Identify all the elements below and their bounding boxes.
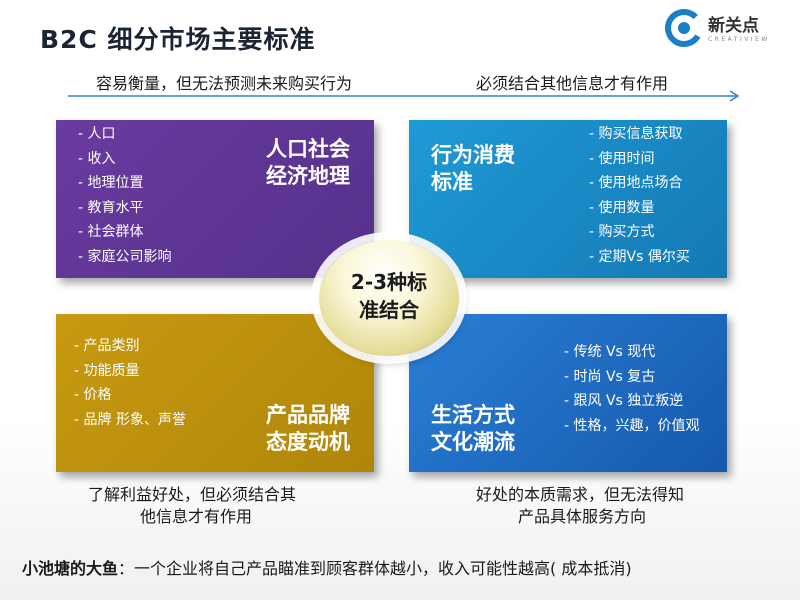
list-item: - 收入 [78,150,116,167]
quadrant-lifestyle: - 传统 Vs 现代 - 时尚 Vs 复古 - 跟风 Vs 独立叛逆 - 性格，… [409,314,727,472]
list-item: - 价格 [74,387,112,403]
heading-line: 行为消费 [431,143,515,167]
logo-name: 新关点 [708,16,759,36]
caption-line: 了解利益好处，但必须结合其 [88,485,297,504]
scale-arrow [68,90,740,102]
heading-line: 态度动机 [266,430,350,454]
center-label: 2-3种标 准结合 [319,268,459,324]
demographic-heading: 人口社会 经济地理 [266,136,350,190]
heading-line: 文化潮流 [431,430,515,454]
list-item: - 性格，兴趣，价值观 [564,417,700,434]
list-item: - 产品类别 [74,338,140,354]
list-item: - 定期Vs 偶尔买 [589,248,690,265]
slide-title: B2C 细分市场主要标准 [40,25,316,54]
quadrant-behavior: 行为消费 标准 - 购买信息获取 - 使用时间 - 使用地点场合 - 使用数量 … [409,120,727,278]
list-item: - 人口 [78,126,116,142]
lifestyle-list: - 传统 Vs 现代 - 时尚 Vs 复古 - 跟风 Vs 独立叛逆 - 性格，… [564,340,700,438]
list-item: - 时尚 Vs 复古 [564,368,656,385]
caption-line: 好处的本质需求，但无法得知 [476,485,685,504]
heading-line: 人口社会 [266,137,350,161]
quadrant-product: - 产品类别 - 功能质量 - 价格 - 品牌 形象、声誉 产品品牌 态度动机 [56,314,374,472]
list-item: - 购买信息获取 [589,126,683,142]
heading-line: 生活方式 [431,403,515,427]
product-list: - 产品类别 - 功能质量 - 价格 - 品牌 形象、声誉 [74,334,186,432]
caption-line: 他信息才有作用 [140,507,253,526]
list-item: - 传统 Vs 现代 [564,344,656,360]
footer-bold: 小池塘的大鱼 [22,559,119,578]
list-item: - 社会群体 [78,224,144,240]
behavior-heading: 行为消费 标准 [431,142,515,196]
heading-line: 经济地理 [266,164,350,188]
list-item: - 家庭公司影响 [78,248,172,265]
list-item: - 使用时间 [589,150,655,167]
lifestyle-heading: 生活方式 文化潮流 [431,402,515,456]
list-item: - 跟风 Vs 独立叛逆 [564,393,684,409]
logo: 新关点 CREATIVIEW [662,6,792,50]
list-item: - 教育水平 [78,199,144,216]
demographic-list: - 人口 - 收入 - 地理位置 - 教育水平 - 社会群体 - 家庭公司影响 [78,122,172,269]
list-item: - 使用地点场合 [589,175,683,191]
caption-line: 产品具体服务方向 [518,507,647,526]
heading-line: 标准 [431,170,473,194]
heading-line: 产品品牌 [266,403,350,427]
center-line: 准结合 [359,298,419,322]
center-line: 2-3种标 [350,270,428,294]
list-item: - 品牌 形象、声誉 [74,411,186,428]
center-circle: 2-3种标 准结合 [319,240,459,356]
list-item: - 功能质量 [74,362,140,379]
quadrant-demographic: - 人口 - 收入 - 地理位置 - 教育水平 - 社会群体 - 家庭公司影响 … [56,120,374,278]
footer-note: 小池塘的大鱼：一个企业将自己产品瞄准到顾客群体越小，收入可能性越高( 成本抵消) [22,555,632,579]
bottom-right-caption: 好处的本质需求，但无法得知 产品具体服务方向 [476,484,684,528]
behavior-list: - 购买信息获取 - 使用时间 - 使用地点场合 - 使用数量 - 购买方式 -… [589,122,690,269]
logo-subtitle: CREATIVIEW [708,36,770,43]
list-item: - 购买方式 [589,224,655,240]
product-heading: 产品品牌 态度动机 [266,402,350,456]
list-item: - 地理位置 [78,175,144,191]
list-item: - 使用数量 [589,199,655,216]
bottom-left-caption: 了解利益好处，但必须结合其 他信息才有作用 [88,484,296,528]
logo-mark-icon [665,9,703,47]
footer-text: ：一个企业将自己产品瞄准到顾客群体越小，收入可能性越高( 成本抵消) [118,559,632,578]
